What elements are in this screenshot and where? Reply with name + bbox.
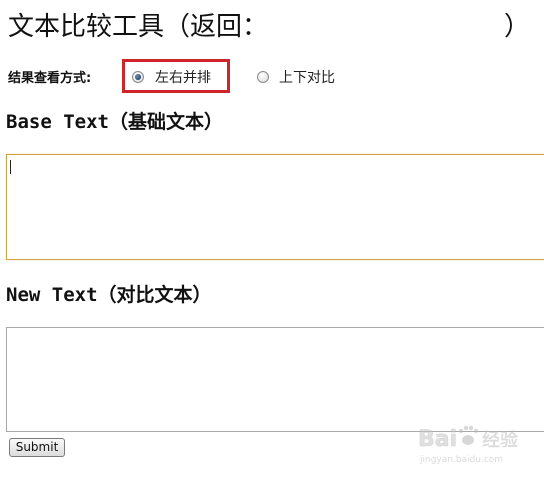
base-text-area[interactable] [6, 154, 544, 260]
radio-side-by-side[interactable] [132, 71, 144, 83]
view-mode-label: 结果查看方式: [8, 71, 92, 86]
radio-side-by-side-label[interactable]: 左右并排 [155, 69, 211, 87]
view-mode-row: 结果查看方式: 左右并排 上下对比 [8, 59, 538, 94]
base-text-heading: Base Text（基础文本） [6, 111, 223, 133]
new-text-heading: New Text（对比文本） [6, 284, 212, 306]
new-text-area[interactable] [6, 327, 544, 432]
submit-button[interactable]: Submit [9, 438, 65, 457]
radio-top-bottom-label[interactable]: 上下对比 [279, 69, 335, 87]
watermark-brand-suffix: 经验 [482, 430, 518, 451]
page-title-close: ） [504, 12, 531, 42]
page-title: 文本比较工具（返回： [8, 12, 269, 42]
radio-top-bottom[interactable] [257, 71, 269, 83]
text-caret [10, 160, 11, 174]
watermark-url: jingyan.baidu.com [419, 455, 503, 465]
